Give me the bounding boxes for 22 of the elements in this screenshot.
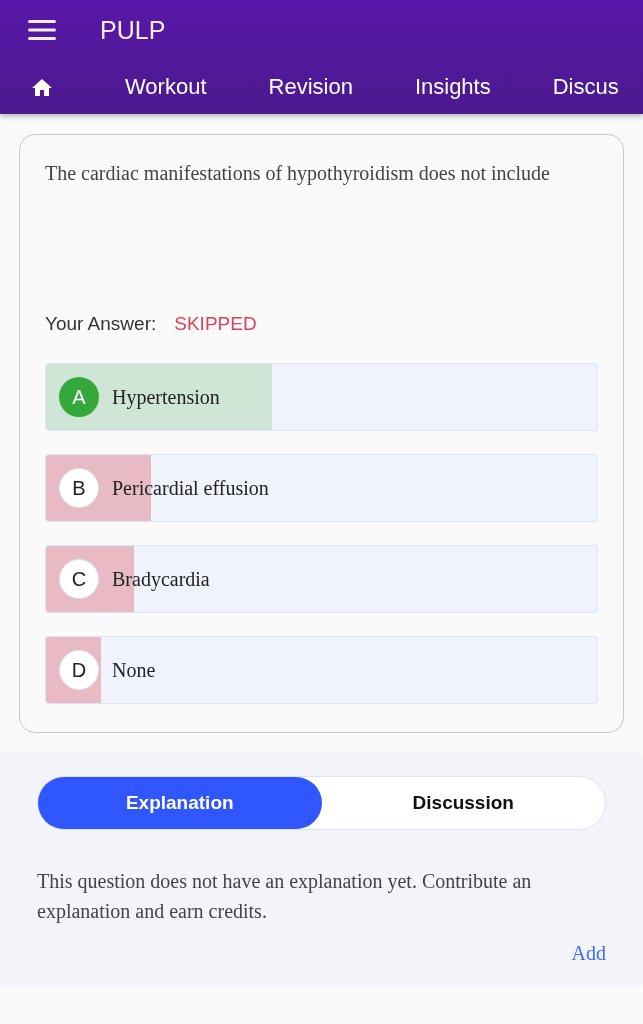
- answer-option[interactable]: C Bradycardia: [45, 545, 598, 613]
- option-text: None: [112, 658, 156, 682]
- menu-icon[interactable]: [28, 20, 56, 40]
- option-text: Bradycardia: [112, 567, 210, 591]
- app-title: PULP: [100, 15, 166, 45]
- answer-option[interactable]: D None: [45, 636, 598, 704]
- answer-option[interactable]: B Pericardial effusion: [45, 454, 598, 522]
- add-link[interactable]: Add: [571, 942, 606, 965]
- segment-tab[interactable]: Discussion: [321, 777, 605, 829]
- segment-tab[interactable]: Explanation: [38, 777, 322, 829]
- nav-tab[interactable]: Workout: [94, 74, 238, 100]
- option-text: Hypertension: [112, 385, 220, 409]
- answer-option[interactable]: A Hypertension: [45, 363, 598, 431]
- nav-tab[interactable]: Discus: [521, 74, 643, 100]
- nav-tab[interactable]: Revision: [237, 74, 384, 100]
- question-text: The cardiac manifestations of hypothyroidism does not include: [45, 161, 551, 187]
- explanation-text: This question does not have an explanation yet. Contribute an explanation and earn credits.: [37, 869, 533, 925]
- nav-tab[interactable]: Insights: [383, 74, 522, 100]
- option-text: Pericardial effusion: [112, 476, 269, 500]
- home-icon[interactable]: [32, 78, 52, 96]
- answer-status: SKIPPED: [174, 312, 257, 336]
- answer-label: Your Answer:: [45, 312, 157, 336]
